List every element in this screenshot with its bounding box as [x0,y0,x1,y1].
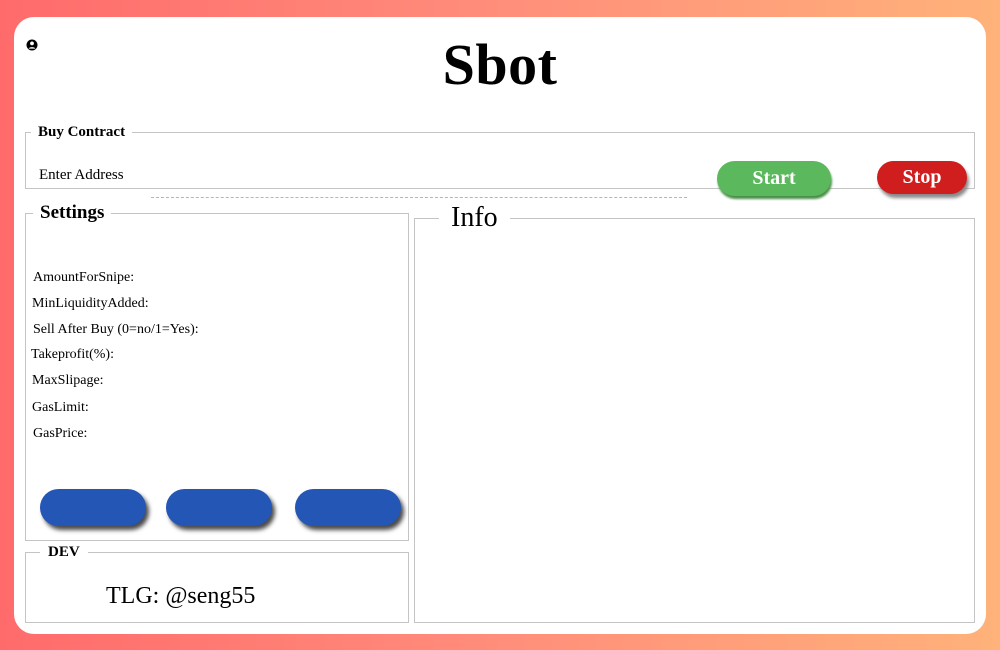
setting-takeprofit: Takeprofit(%): [31,347,114,362]
dev-group: DEV TLG: @seng55 [25,544,409,623]
setting-max-slipage: MaxSlipage: [32,373,104,388]
dev-legend: DEV [48,544,80,560]
app-title: Sbot [442,32,558,97]
setting-amount-for-snipe: AmountForSnipe: [33,270,135,285]
address-input[interactable] [151,175,687,198]
settings-legend: Settings [40,202,105,223]
settings-group: Settings AmountForSnipe: MinLiquidityAdd… [25,202,409,541]
app-window: Sbot Buy Contract Enter Address Start St… [14,17,986,634]
buy-contract-group: Buy Contract Enter Address Start Stop [25,124,975,198]
start-button[interactable]: Start [717,161,831,196]
setting-min-liquidity-added: MinLiquidityAdded: [32,296,149,311]
buy-contract-legend: Buy Contract [38,124,126,140]
action-button-2[interactable] [166,489,272,526]
setting-gas-price: GasPrice: [33,426,88,441]
setting-sell-after-buy: Sell After Buy (0=no/1=Yes): [33,322,199,337]
stop-button[interactable]: Stop [877,161,967,194]
address-label: Enter Address [39,167,124,183]
setting-gas-limit: GasLimit: [32,400,89,415]
action-button-3[interactable] [295,489,401,526]
dev-contact: TLG: @seng55 [106,583,256,609]
info-panel: Info [414,202,975,623]
action-button-1[interactable] [40,489,146,526]
info-legend: Info [451,202,498,233]
